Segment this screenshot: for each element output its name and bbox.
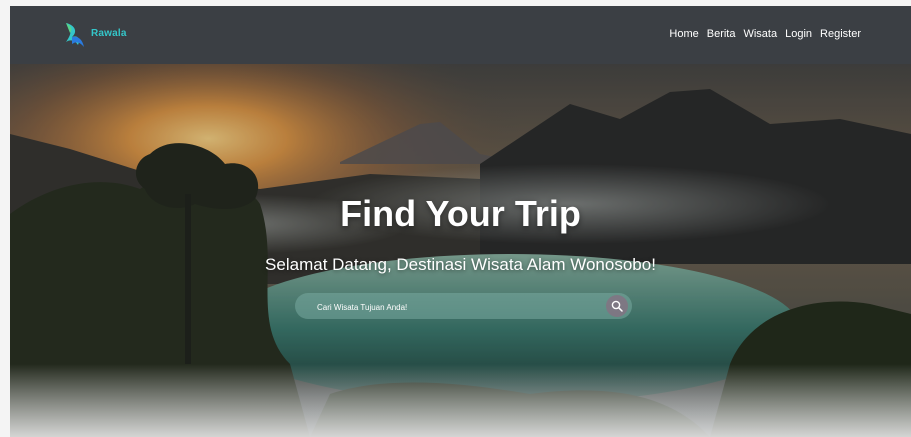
hero-title: Find Your Trip xyxy=(340,193,581,234)
nav-register[interactable]: Register xyxy=(820,28,861,40)
search-bar xyxy=(295,293,632,319)
nav-home[interactable]: Home xyxy=(669,28,698,40)
bird-logo-icon[interactable] xyxy=(63,20,87,50)
nav-login[interactable]: Login xyxy=(785,28,812,40)
search-icon xyxy=(611,300,623,312)
search-button[interactable] xyxy=(606,295,628,317)
hero-subtitle: Selamat Datang, Destinasi Wisata Alam Wo… xyxy=(265,255,656,274)
navbar: Rawala Home Berita Wisata Login Register xyxy=(10,6,911,64)
browser-viewport: Rawala Home Berita Wisata Login Register xyxy=(10,6,911,437)
hero-background-image xyxy=(10,64,911,437)
brand-name[interactable]: Rawala xyxy=(91,28,127,39)
hero-section xyxy=(10,64,911,437)
nav-berita[interactable]: Berita xyxy=(707,28,736,40)
nav-wisata[interactable]: Wisata xyxy=(743,28,777,40)
nav-menu: Home Berita Wisata Login Register xyxy=(669,28,861,40)
search-input[interactable] xyxy=(315,297,589,317)
